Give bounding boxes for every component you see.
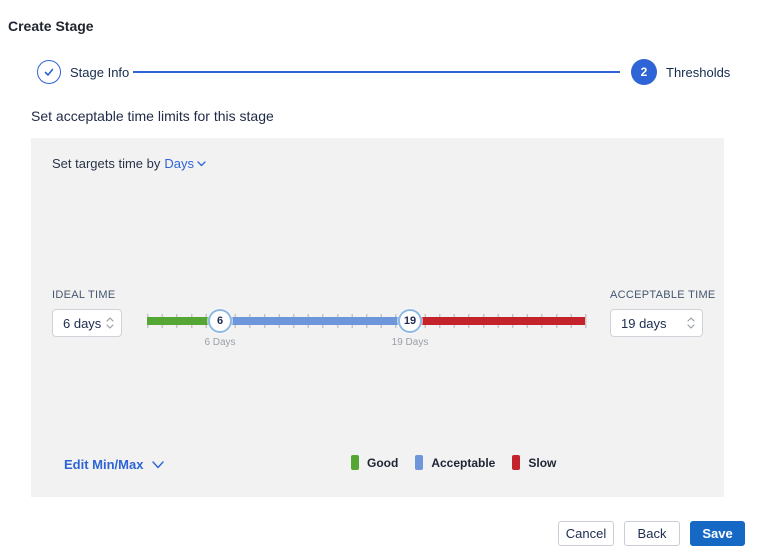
- set-targets-label: Set targets time by: [52, 156, 161, 171]
- ideal-time-stepper[interactable]: [52, 309, 122, 337]
- slider-handle-ideal-label: 6 Days: [204, 337, 236, 348]
- spin-down-icon[interactable]: [106, 324, 114, 329]
- acceptable-time-input[interactable]: [611, 310, 687, 336]
- legend-item-acceptable: Acceptable: [415, 455, 495, 470]
- chevron-down-icon: [152, 460, 165, 469]
- legend-swatch-good: [351, 455, 359, 470]
- time-unit-dropdown[interactable]: Days: [164, 156, 206, 171]
- legend-item-good: Good: [351, 455, 398, 470]
- section-subtitle: Set acceptable time limits for this stag…: [31, 108, 274, 124]
- legend-label-slow: Slow: [528, 455, 557, 470]
- stepper-step-stage-info[interactable]: Stage Info: [37, 58, 129, 86]
- spin-up-icon[interactable]: [106, 317, 114, 322]
- save-button[interactable]: Save: [690, 521, 745, 546]
- legend-swatch-slow: [512, 455, 521, 470]
- spin-up-icon[interactable]: [687, 317, 695, 322]
- acceptable-time-stepper[interactable]: [610, 309, 703, 337]
- slider-legend: Good Acceptable Slow: [351, 455, 556, 470]
- ideal-time-input[interactable]: [53, 310, 106, 336]
- edit-minmax-label: Edit Min/Max: [64, 457, 144, 472]
- legend-label-acceptable: Acceptable: [431, 455, 496, 470]
- slider-segment-slow: [410, 317, 585, 325]
- cancel-button[interactable]: Cancel: [558, 521, 614, 546]
- step-label-stage-info: Stage Info: [70, 64, 130, 80]
- slider-segment-acceptable: [220, 317, 410, 325]
- slider-handle-ideal[interactable]: 6: [208, 309, 232, 333]
- back-button[interactable]: Back: [624, 521, 680, 546]
- step-number-badge: 2: [631, 59, 657, 85]
- thresholds-panel: Set targets time by Days IDEAL TIME 6 19…: [31, 138, 724, 497]
- page-title: Create Stage: [8, 18, 94, 34]
- spin-down-icon[interactable]: [687, 324, 695, 329]
- set-targets-row: Set targets time by Days: [52, 156, 206, 171]
- step-complete-check-icon: [37, 60, 61, 84]
- stepper-connector-line: [133, 71, 620, 73]
- slider-handle-acceptable-label: 19 Days: [391, 337, 429, 348]
- threshold-slider[interactable]: 6 19 6 Days 19 Days: [147, 309, 587, 353]
- ideal-time-label: IDEAL TIME: [52, 289, 116, 301]
- step-label-thresholds: Thresholds: [666, 64, 731, 80]
- legend-item-slow: Slow: [512, 455, 556, 470]
- stepper-step-thresholds: 2 Thresholds: [631, 58, 730, 86]
- legend-swatch-acceptable: [415, 455, 424, 470]
- time-unit-value: Days: [164, 156, 195, 171]
- wizard-stepper: Stage Info 2 Thresholds: [0, 58, 758, 86]
- legend-label-good: Good: [367, 455, 399, 470]
- acceptable-time-label: ACCEPTABLE TIME: [610, 289, 716, 301]
- edit-minmax-toggle[interactable]: Edit Min/Max: [64, 457, 165, 472]
- slider-handle-acceptable[interactable]: 19: [398, 309, 422, 333]
- chevron-down-icon: [197, 160, 206, 167]
